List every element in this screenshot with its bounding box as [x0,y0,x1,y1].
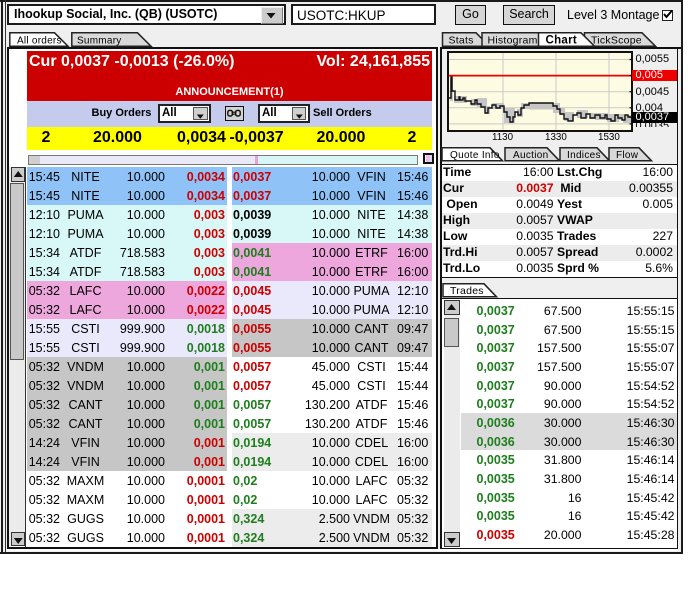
svg-text:Quote Info: Quote Info [450,150,500,161]
svg-text:Trades: Trades [450,284,484,296]
svg-text:All orders: All orders [17,35,62,46]
svg-text:Chart: Chart [546,34,578,46]
